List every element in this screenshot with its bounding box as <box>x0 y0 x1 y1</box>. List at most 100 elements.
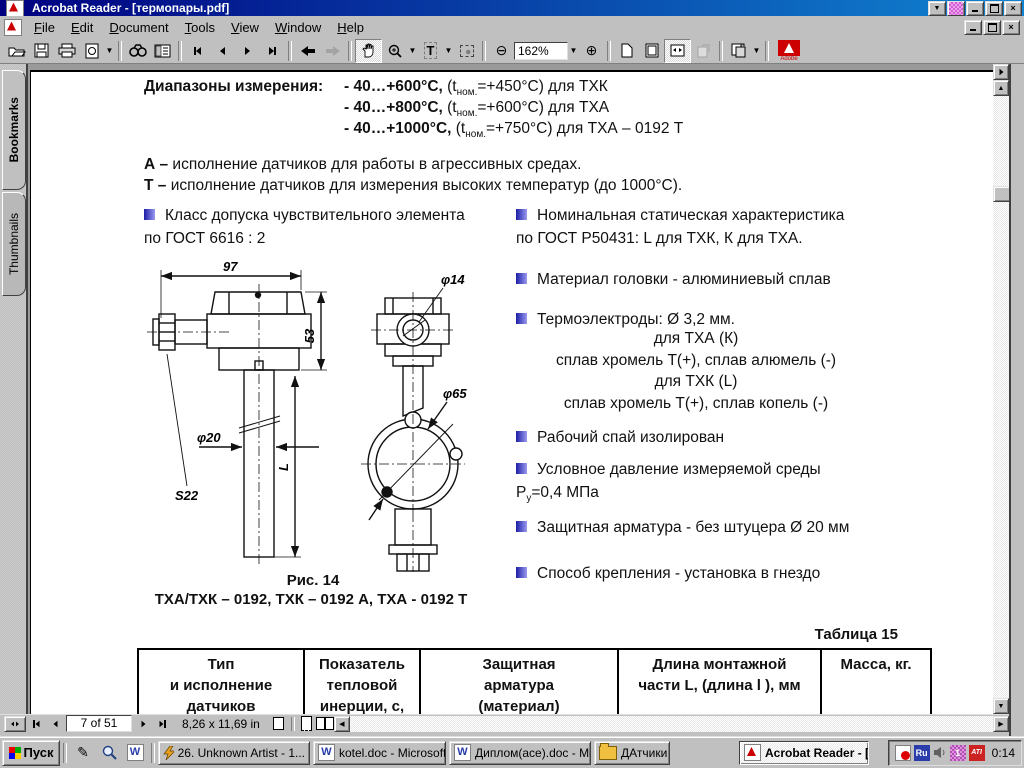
zoom-in-button[interactable]: ⊕ <box>579 40 604 62</box>
zoom-out-button[interactable]: ⊖ <box>489 40 514 62</box>
facing-pages-icon <box>324 717 334 730</box>
zoom-tool-dropdown[interactable]: ▼ <box>407 40 418 62</box>
minimize-icon <box>972 10 978 12</box>
adobe-logo[interactable]: Adobe <box>778 39 800 62</box>
menu-window[interactable]: Window <box>267 18 329 37</box>
search-icon <box>102 745 117 760</box>
status-prev-page-button[interactable] <box>46 716 64 732</box>
menu-document[interactable]: Document <box>101 18 176 37</box>
menu-help[interactable]: Help <box>329 18 372 37</box>
close-button[interactable]: × <box>1004 0 1022 16</box>
first-page-button[interactable] <box>185 40 210 62</box>
scroll-down-button[interactable]: ▼ <box>993 698 1009 714</box>
child-restore-button[interactable] <box>983 19 1001 35</box>
fit-in-window-button[interactable] <box>639 40 664 62</box>
volume-icon[interactable] <box>933 746 947 759</box>
go-back-button[interactable] <box>295 40 320 62</box>
zoom-tool-button[interactable] <box>382 40 407 62</box>
child-minimize-button[interactable] <box>964 19 982 35</box>
go-forward-button[interactable] <box>320 40 345 62</box>
open-button[interactable] <box>4 40 29 62</box>
ati-icon[interactable]: ATI <box>968 744 985 761</box>
status-next-page-button[interactable] <box>134 716 152 732</box>
restore-button[interactable] <box>985 0 1003 16</box>
actual-size-button[interactable] <box>614 40 639 62</box>
scroll-up-button[interactable]: ▲ <box>993 80 1009 96</box>
task-kotel-doc[interactable]: W kotel.doc - Microsoft ... <box>313 740 446 765</box>
menu-bar: File Edit Document Tools View Window Hel… <box>0 16 1024 39</box>
last-page-button[interactable] <box>260 40 285 62</box>
language-indicator[interactable]: Ru <box>913 744 930 761</box>
task-datchiki-folder[interactable]: ДАтчики <box>594 740 670 765</box>
continuous-layout-button[interactable] <box>298 716 316 732</box>
bullet-junction: Рабочий спай изолирован <box>516 426 896 449</box>
scheduler-icon[interactable] <box>894 744 911 761</box>
rotate-view-button[interactable] <box>691 40 716 62</box>
icq-indicator[interactable]: 1 <box>949 744 966 761</box>
task-diplom-doc[interactable]: W Диплом(асе).doc - Mi... <box>449 740 591 765</box>
zoom-level-input[interactable]: 162% <box>514 41 568 60</box>
export-button[interactable] <box>726 40 751 62</box>
single-page-layout-button[interactable] <box>270 716 288 732</box>
text-select-button[interactable]: T <box>418 40 443 62</box>
graphics-select-icon <box>459 44 474 57</box>
find-button[interactable] <box>125 40 150 62</box>
facing-layout-button[interactable] <box>315 716 334 732</box>
send-online-dropdown[interactable]: ▼ <box>104 40 115 62</box>
zoom-level-dropdown[interactable]: ▼ <box>568 40 579 62</box>
desktop: Acrobat Reader - [термопары.pdf] ▼ × Fil… <box>0 0 1024 768</box>
hscroll-left-button[interactable]: ◀ <box>333 715 350 732</box>
task-acrobat-reader[interactable]: Acrobat Reader - [... <box>739 740 869 765</box>
export-dropdown[interactable]: ▼ <box>751 40 762 62</box>
right-arrow-icon <box>999 68 1003 76</box>
down-arrow-icon: ▼ <box>997 702 1005 710</box>
graphics-select-button[interactable] <box>454 40 479 62</box>
unknown-pink-button[interactable] <box>947 0 965 16</box>
status-last-page-button[interactable] <box>152 716 172 732</box>
quicklaunch-word-button[interactable]: W <box>123 741 147 765</box>
figure-14-drawing: 97 53 L φ20 S22 φ14 φ65 <box>147 262 467 572</box>
splitter-handle[interactable] <box>4 715 26 732</box>
child-close-button[interactable]: × <box>1002 19 1020 35</box>
status-first-page-button[interactable] <box>26 716 46 732</box>
menu-tools[interactable]: Tools <box>177 18 223 37</box>
title-bar: Acrobat Reader - [термопары.pdf] ▼ × <box>0 0 1024 17</box>
menu-view[interactable]: View <box>223 18 267 37</box>
prev-page-button[interactable] <box>210 40 235 62</box>
menu-file[interactable]: File <box>26 18 63 37</box>
tab-bookmarks[interactable]: Bookmarks <box>2 70 26 190</box>
last-page-icon <box>274 46 276 55</box>
tab-thumbnails[interactable]: Thumbnails <box>2 192 26 296</box>
vertical-scrollbar[interactable]: ▲ ▼ <box>993 64 1011 714</box>
save-button[interactable] <box>29 40 54 62</box>
dim-f14: φ14 <box>441 272 465 287</box>
task-winamp[interactable]: 26. Unknown Artist - 1... <box>158 740 310 765</box>
taskbar: Пуск ✎ W 26. Unknown Artist - 1... W kot… <box>0 736 1024 768</box>
taskbar-separator <box>63 742 67 763</box>
acrobat-app-icon <box>6 0 24 17</box>
page-number-box[interactable]: 7 of 51 <box>66 715 132 732</box>
pane-splitter-button[interactable] <box>993 64 1009 80</box>
send-online-button[interactable] <box>79 40 104 62</box>
minimize-button[interactable] <box>966 0 984 16</box>
bullet-square-icon <box>144 209 155 220</box>
quicklaunch-search-button[interactable] <box>97 741 121 765</box>
next-page-icon <box>141 720 145 727</box>
col-type: Тип и исполнение датчиков <box>137 648 305 714</box>
start-button[interactable]: Пуск <box>2 739 60 766</box>
show-nav-pane-button[interactable] <box>150 40 175 62</box>
print-button[interactable] <box>54 40 79 62</box>
toolbar-separator <box>288 40 292 61</box>
document-pane[interactable]: Диапазоны измерения: - 40…+600°С, (tном.… <box>28 64 993 714</box>
chevron-down-icon[interactable]: ▼ <box>928 0 946 16</box>
quicklaunch-pen-button[interactable]: ✎ <box>71 741 95 765</box>
text-select-dropdown[interactable]: ▼ <box>443 40 454 62</box>
menu-edit[interactable]: Edit <box>63 18 101 37</box>
range-line: - 40…+1000°С, (tном.=+750°С) для ТХА – 0… <box>344 120 684 141</box>
pdf-document-icon[interactable] <box>4 18 22 36</box>
hscroll-right-button[interactable]: ▶ <box>993 715 1009 732</box>
next-page-button[interactable] <box>235 40 260 62</box>
fit-width-button[interactable] <box>664 38 691 63</box>
hand-tool-button[interactable] <box>355 38 382 63</box>
horizontal-scrollbar[interactable] <box>349 715 993 732</box>
